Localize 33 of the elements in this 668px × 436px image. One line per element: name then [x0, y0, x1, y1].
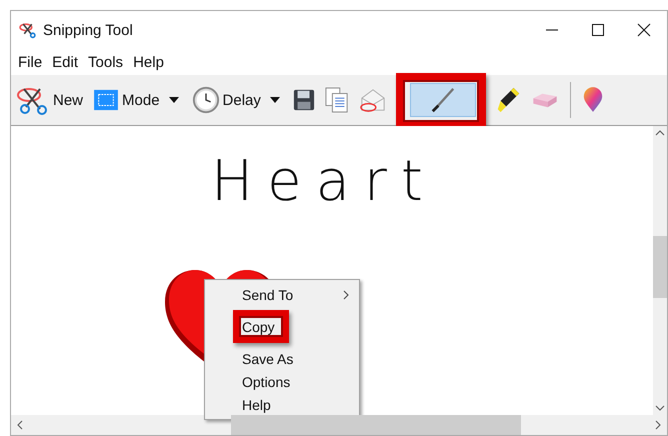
- toolbar-button[interactable]: Mode: [88, 83, 165, 117]
- menu-item[interactable]: Tools: [83, 54, 128, 70]
- scroll-right-icon[interactable]: [655, 420, 661, 430]
- close-icon: [637, 23, 651, 37]
- scrollbar-thumb[interactable]: [231, 415, 521, 435]
- maximize-icon: [591, 23, 605, 37]
- scissors-icon: [16, 85, 50, 115]
- scissors-icon: [19, 21, 37, 39]
- vertical-scrollbar[interactable]: [653, 126, 667, 415]
- menu-item[interactable]: Edit: [47, 54, 84, 70]
- menu-item[interactable]: Help: [128, 54, 169, 70]
- clock-icon: [192, 86, 220, 114]
- handwritten-text: Heart: [210, 148, 437, 210]
- eraser-icon: [530, 91, 559, 109]
- scrollbar-thumb[interactable]: [653, 236, 667, 298]
- scroll-left-icon[interactable]: [17, 420, 23, 430]
- screen-icon: [93, 89, 120, 111]
- scroll-up-icon[interactable]: [655, 130, 665, 136]
- copy-icon: [324, 87, 349, 113]
- toolbar-button[interactable]: New: [11, 83, 88, 117]
- minimize-icon: [545, 29, 559, 31]
- horizontal-scrollbar[interactable]: [11, 415, 667, 435]
- context-menu-item[interactable]: Send To: [205, 283, 359, 306]
- context-menu-item[interactable]: Copy: [233, 310, 289, 343]
- context-menu-item[interactable]: Help: [205, 393, 359, 416]
- window-title: Snipping Tool: [43, 22, 133, 38]
- context-menu-item[interactable]: Save As: [205, 347, 359, 370]
- toolbar-button[interactable]: Delay: [186, 83, 266, 117]
- context-menu-item[interactable]: Options: [205, 370, 359, 393]
- menu-item[interactable]: File: [13, 54, 48, 70]
- scroll-down-icon[interactable]: [655, 405, 665, 411]
- envelope-icon: [358, 87, 387, 113]
- paint-drop-icon: [582, 86, 604, 114]
